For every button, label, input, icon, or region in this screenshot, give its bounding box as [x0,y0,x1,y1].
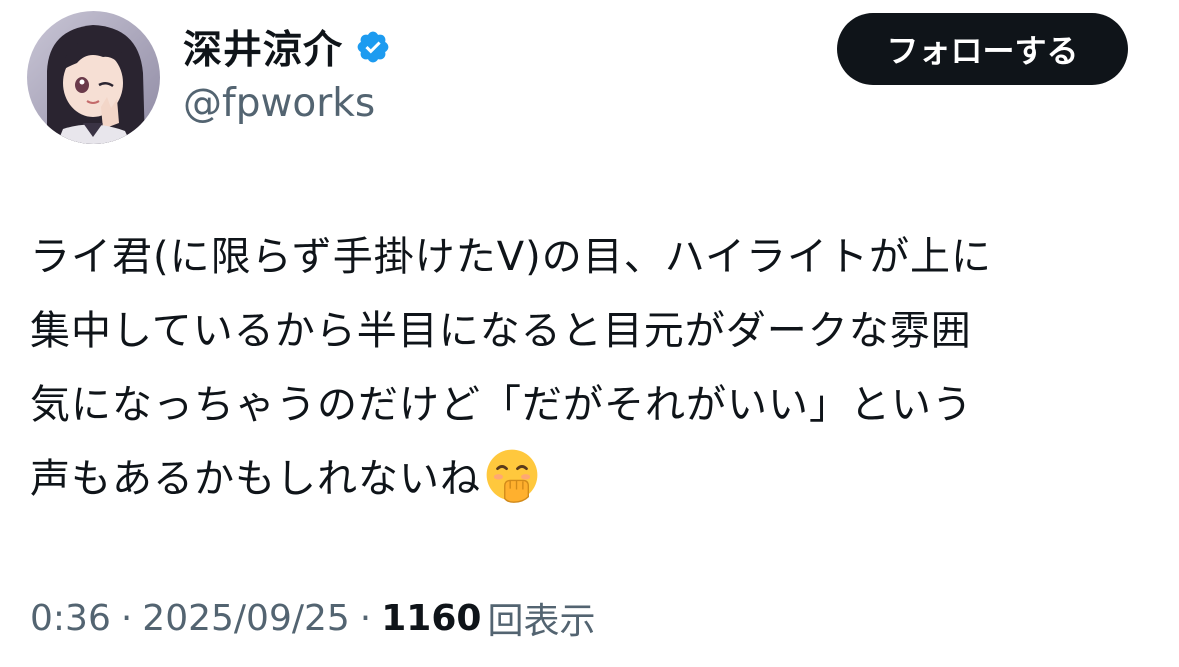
tweet-line-4-text: 声もあるかもしれないね [30,456,481,502]
tweet-meta: 0:36 · 2025/09/25 · 1160 回表示 [30,590,595,646]
tweet-line-3: 気になっちゃうのだけど「だがそれがいい」という [30,382,973,428]
face-with-hand-over-mouth-icon [483,446,541,504]
tweet-text: ライ君(に限らず手掛けたV)の目、ハイライトが上に 集中しているから半目になると… [30,220,1155,516]
meta-separator: · [120,597,133,639]
verified-badge-icon[interactable] [355,29,391,65]
tweet-line-1: ライ君(に限らず手掛けたV)の目、ハイライトが上に [30,234,992,280]
tweet-date[interactable]: 2025/09/25 [142,598,350,639]
tweet-line-4: 声もあるかもしれないね [30,442,1155,516]
display-name[interactable]: 深井涼介 [183,19,343,75]
views-count: 1160 [381,597,482,639]
anime-girl-avatar-icon [27,11,160,144]
meta-separator-2: · [359,597,372,639]
author-name-row[interactable]: 深井涼介 [183,19,391,75]
views-label: 回表示 [487,601,596,642]
follow-button[interactable]: フォローする [837,13,1128,85]
tweet-time[interactable]: 0:36 [30,598,111,639]
avatar[interactable] [27,11,160,144]
tweet-line-2: 集中しているから半目になると目元がダークな雰囲 [30,308,972,354]
author-handle[interactable]: @fpworks [183,80,375,128]
